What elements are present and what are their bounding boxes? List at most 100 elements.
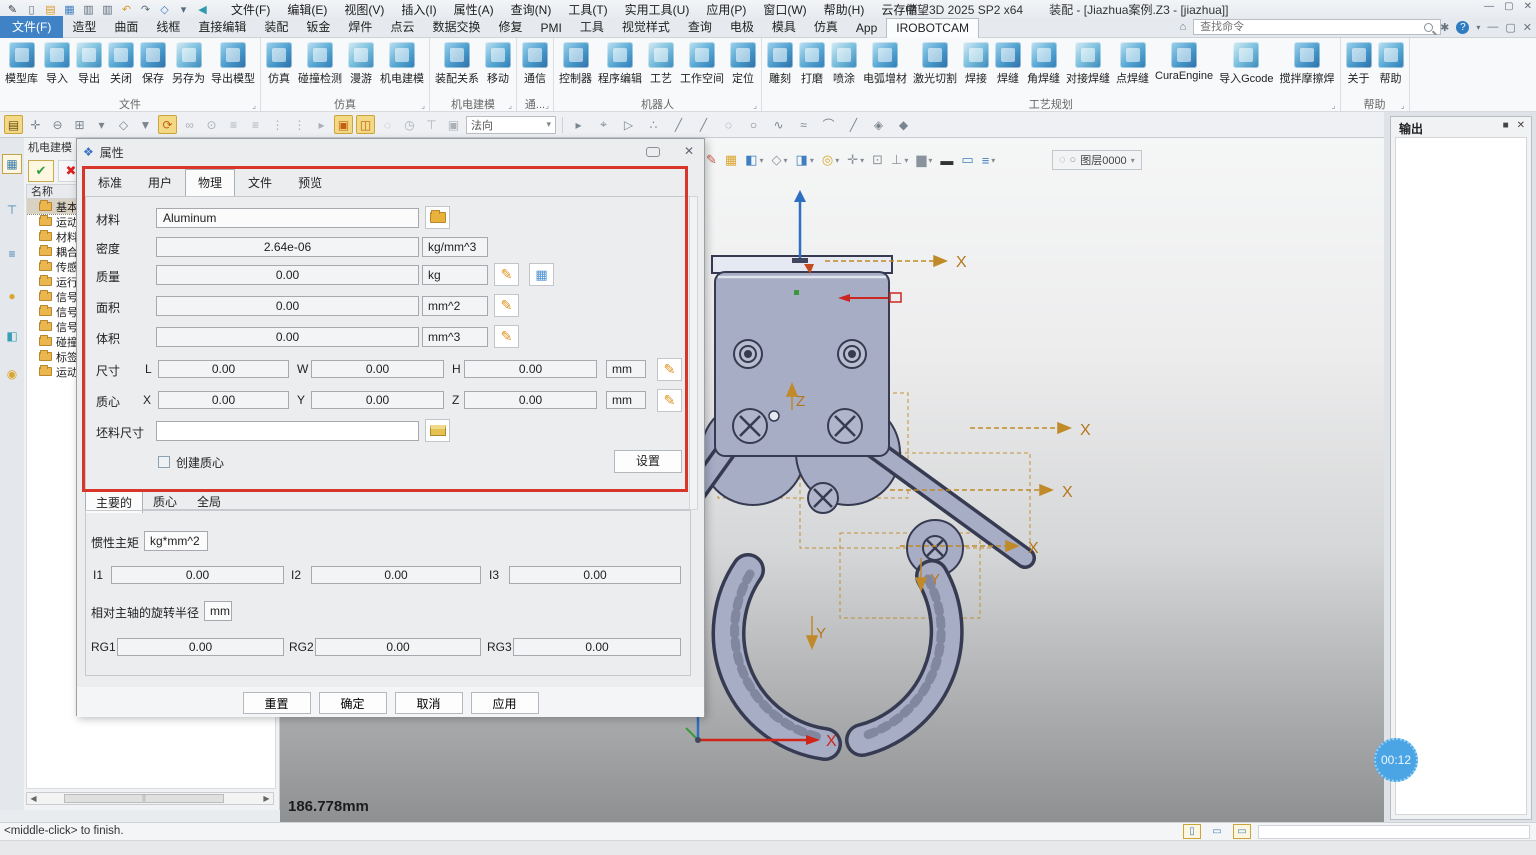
- create-centroid-checkbox[interactable]: [158, 456, 170, 468]
- ribbon-button-控制器[interactable]: 控制器: [556, 40, 595, 88]
- pin-icon[interactable]: ⊤: [422, 115, 441, 134]
- doc-minimize-icon[interactable]: —: [1487, 21, 1498, 33]
- ribbon-tab[interactable]: 查询: [679, 16, 721, 38]
- toggle-left-panel-icon[interactable]: ▯: [1183, 824, 1201, 839]
- ribbon-button-焊接[interactable]: 焊接: [960, 40, 992, 88]
- dock-icon[interactable]: ■: [1503, 120, 1509, 131]
- ribbon-button-导入Gcode[interactable]: 导入Gcode: [1216, 40, 1276, 88]
- material-input[interactable]: Aluminum: [156, 208, 419, 228]
- caret-down-icon[interactable]: ▾: [860, 156, 864, 165]
- ribbon-button-关闭[interactable]: 关闭: [105, 40, 137, 88]
- caret-down-icon[interactable]: ▾: [1476, 23, 1480, 32]
- group-expander-icon[interactable]: ⌟: [421, 101, 425, 110]
- ribbon-button-工艺[interactable]: 工艺: [645, 40, 677, 88]
- pencil-tool-icon[interactable]: ✎▾: [704, 150, 719, 170]
- back-icon[interactable]: ◀: [194, 2, 211, 17]
- layer-selector[interactable]: ◌ ○ 图层0000 ▾: [1052, 150, 1142, 170]
- sync-icon[interactable]: ⟳: [158, 115, 177, 134]
- print-icon[interactable]: ▥: [80, 2, 97, 17]
- list-d-icon[interactable]: ⋮: [290, 115, 309, 134]
- monitor-icon[interactable]: ▭: [1208, 824, 1226, 839]
- ribbon-button-雕刻[interactable]: 雕刻: [764, 40, 796, 88]
- ribbon-tab[interactable]: App: [847, 19, 886, 38]
- rg1-input[interactable]: 0.00: [117, 638, 284, 656]
- multi-layer-icon[interactable]: ≡▾: [980, 150, 998, 170]
- horizontal-scrollbar[interactable]: ◀ || ▶: [26, 792, 274, 805]
- scroll-left-icon[interactable]: ◀: [27, 794, 40, 803]
- group-expander-icon[interactable]: ⌟: [508, 101, 512, 110]
- ribbon-button-碰撞检测[interactable]: 碰撞检测: [295, 40, 345, 88]
- recording-timer-badge[interactable]: 00:12: [1374, 738, 1418, 782]
- logo-pen-icon[interactable]: ✎: [4, 2, 21, 17]
- area-input[interactable]: 0.00: [156, 296, 419, 316]
- target-icon[interactable]: ⌖: [594, 115, 613, 134]
- image-folder-icon[interactable]: ▣: [334, 115, 353, 134]
- ribbon-button-保存[interactable]: 保存: [137, 40, 169, 88]
- scrollbar-thumb[interactable]: ||: [64, 794, 224, 803]
- ribbon-tab[interactable]: 造型: [63, 16, 105, 38]
- robot-joint-icon[interactable]: ⊤: [2, 200, 22, 220]
- group-expander-icon[interactable]: ⌟: [252, 101, 256, 110]
- ribbon-button-激光切割[interactable]: 激光切割: [910, 40, 960, 88]
- volume-edit-button[interactable]: ✎: [494, 325, 519, 348]
- caret-down-icon[interactable]: ▾: [991, 156, 995, 165]
- clip-plane-icon[interactable]: ⊥▾: [889, 150, 910, 170]
- ribbon-button-导出模型[interactable]: 导出模型: [208, 40, 258, 88]
- clock-icon[interactable]: ◷: [400, 115, 419, 134]
- ribbon-tab[interactable]: IROBOTCAM: [886, 18, 979, 38]
- size-edit-button[interactable]: ✎: [657, 358, 682, 381]
- ribbon-tab[interactable]: 修复: [489, 16, 531, 38]
- ribbon-button-点焊缝[interactable]: 点焊缝: [1113, 40, 1152, 88]
- dialog-tab[interactable]: 预览: [285, 169, 335, 196]
- ribbon-button-仿真[interactable]: 仿真: [263, 40, 295, 88]
- group-expander-icon[interactable]: ⌟: [1332, 101, 1336, 110]
- caret-down-icon[interactable]: ▾: [760, 156, 764, 165]
- ribbon-tab[interactable]: 仿真: [805, 16, 847, 38]
- ribbon-button-导出[interactable]: 导出: [73, 40, 105, 88]
- centroid-y-input[interactable]: 0.00: [311, 391, 444, 409]
- csys-icon[interactable]: ✛▾: [845, 150, 866, 170]
- toggle-bottom-panel-icon[interactable]: ▭: [1233, 824, 1251, 839]
- rg2-input[interactable]: 0.00: [315, 638, 481, 656]
- redo-icon[interactable]: ↷: [137, 2, 154, 17]
- group-expander-icon[interactable]: ⌟: [1401, 101, 1405, 110]
- dialog-close-icon[interactable]: ✕: [684, 144, 694, 158]
- ribbon-tab[interactable]: 电极: [721, 16, 763, 38]
- group-expander-icon[interactable]: ⌟: [545, 101, 549, 110]
- ribbon-tab[interactable]: 曲面: [105, 16, 147, 38]
- remove-icon[interactable]: ⊖: [48, 115, 67, 134]
- ribbon-button-定位[interactable]: 定位: [727, 40, 759, 88]
- normal-direction-select[interactable]: 法向▾: [466, 116, 556, 134]
- ribbon-button-移动[interactable]: 移动: [482, 40, 514, 88]
- ribbon-tab[interactable]: 钣金: [297, 16, 339, 38]
- ribbon-button-喷涂[interactable]: 喷涂: [828, 40, 860, 88]
- settings-gear-icon[interactable]: ✱: [1440, 21, 1449, 34]
- scroll-right-icon[interactable]: ▶: [260, 794, 273, 803]
- apply-button[interactable]: ✔: [28, 160, 54, 182]
- section-display-icon[interactable]: ◨▾: [794, 150, 816, 170]
- undo-icon[interactable]: ↶: [118, 2, 135, 17]
- caret-down-icon[interactable]: ▾: [835, 156, 839, 165]
- chat-icon[interactable]: ◌: [378, 115, 397, 134]
- link-icon[interactable]: ∞: [180, 115, 199, 134]
- stock-block-button[interactable]: [425, 419, 450, 442]
- frame-add-icon[interactable]: ⊞: [70, 115, 89, 134]
- play-icon[interactable]: ▷: [619, 115, 638, 134]
- dialog-scrollbar[interactable]: [689, 196, 698, 510]
- patch-b-icon[interactable]: ◆: [894, 115, 913, 134]
- ribbon-tab[interactable]: 装配: [255, 16, 297, 38]
- mass-edit-button[interactable]: ✎: [494, 263, 519, 286]
- list-b-icon[interactable]: ≡: [246, 115, 265, 134]
- network-icon[interactable]: ≡: [2, 244, 22, 264]
- stock-size-input[interactable]: [156, 421, 419, 441]
- dialog-button[interactable]: 确定: [319, 692, 387, 714]
- camera-icon[interactable]: ◫: [356, 115, 375, 134]
- i2-input[interactable]: 0.00: [311, 566, 481, 584]
- size-w-input[interactable]: 0.00: [311, 360, 444, 378]
- ribbon-tab[interactable]: PMI: [531, 19, 570, 38]
- stop-icon[interactable]: ▣: [444, 115, 463, 134]
- ribbon-button-机电建模[interactable]: 机电建模: [377, 40, 427, 88]
- caret-down-icon[interactable]: ▾: [175, 2, 192, 17]
- i3-input[interactable]: 0.00: [509, 566, 681, 584]
- rg3-input[interactable]: 0.00: [513, 638, 681, 656]
